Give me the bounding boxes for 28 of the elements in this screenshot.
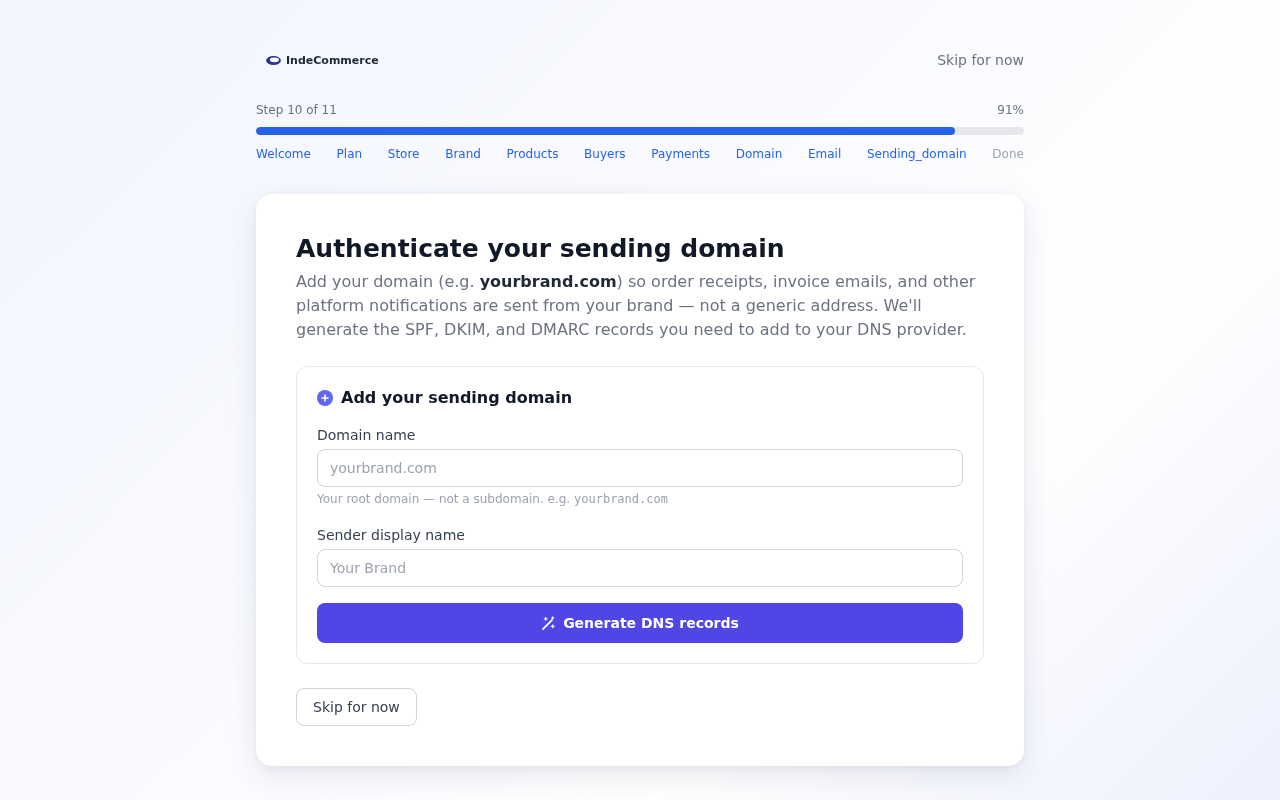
- text-input[interactable]: yourbrand.com: [317, 449, 963, 487]
- progress-percent: 91%: [997, 102, 1024, 118]
- card-description: Add your domain (e.g. yourbrand.com) so order receipts, invoice emails, and other platform notifications are sent from your brand — not a generic address. We'll generate the SPF, DKIM, and DMARC records you need to add to your DNS provider.: [296, 271, 977, 341]
- logo-icon: [265, 54, 282, 66]
- step-link[interactable]: Sending_domain: [866, 146, 967, 162]
- text-input[interactable]: Your Brand: [317, 549, 963, 587]
- field-label: Domain name: [317, 426, 416, 445]
- field-hint: Your root domain — not a subdomain. e.g. yourbrand.com: [317, 491, 669, 507]
- step-counter: Step 10 of 11: [256, 102, 337, 118]
- step-link[interactable]: Buyers: [584, 146, 626, 162]
- magic-wand-icon: [541, 615, 557, 631]
- step-link[interactable]: Store: [387, 146, 420, 162]
- skip-button[interactable]: Skip for now: [296, 688, 417, 726]
- step-link[interactable]: Email: [808, 146, 842, 162]
- brand-name: IndeCommerce: [286, 53, 379, 67]
- generate-button[interactable]: Generate DNS records: [317, 603, 963, 643]
- step-link[interactable]: Done: [992, 146, 1024, 162]
- field-label: Sender display name: [317, 526, 465, 545]
- step-link[interactable]: Domain: [735, 146, 783, 162]
- step-link[interactable]: Welcome: [256, 146, 311, 162]
- section-title: Add your sending domain: [341, 387, 573, 409]
- card-title: Authenticate your sending domain: [296, 233, 786, 265]
- plus-circle-icon: [317, 390, 333, 406]
- step-link[interactable]: Brand: [445, 146, 481, 162]
- step-link[interactable]: Payments: [651, 146, 711, 162]
- skip-link[interactable]: Skip for now: [937, 52, 1024, 68]
- step-link[interactable]: Plan: [336, 146, 363, 162]
- step-link[interactable]: Products: [506, 146, 559, 162]
